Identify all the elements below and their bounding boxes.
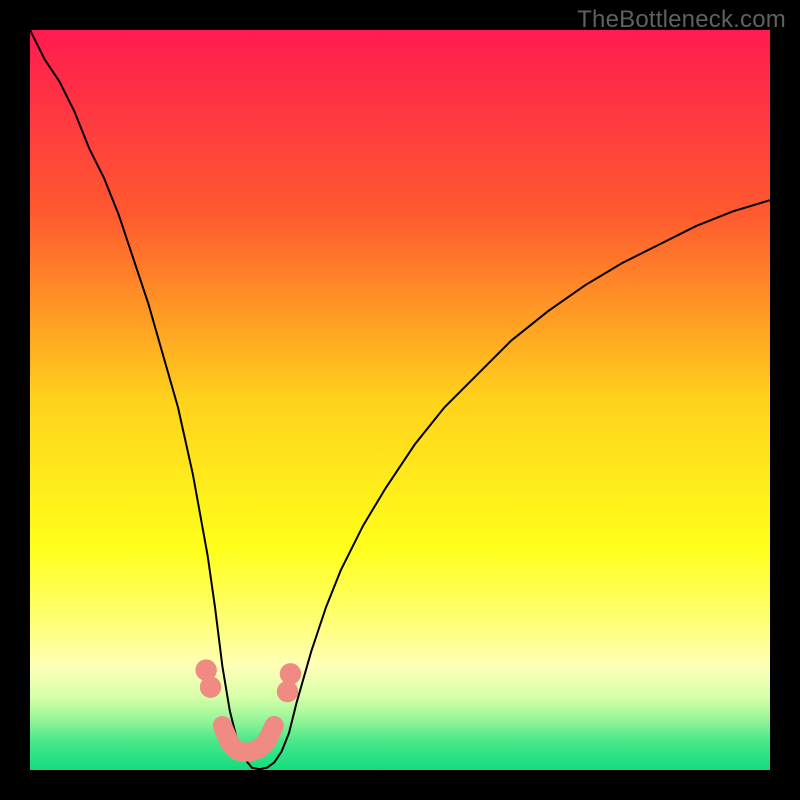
chart-frame: TheBottleneck.com xyxy=(0,0,800,800)
gradient-background xyxy=(30,30,770,770)
chart-svg xyxy=(30,30,770,770)
watermark-text: TheBottleneck.com xyxy=(577,6,786,34)
right-mid-dot xyxy=(277,681,298,702)
left-mid-dot xyxy=(200,676,221,697)
plot-area xyxy=(30,30,770,770)
